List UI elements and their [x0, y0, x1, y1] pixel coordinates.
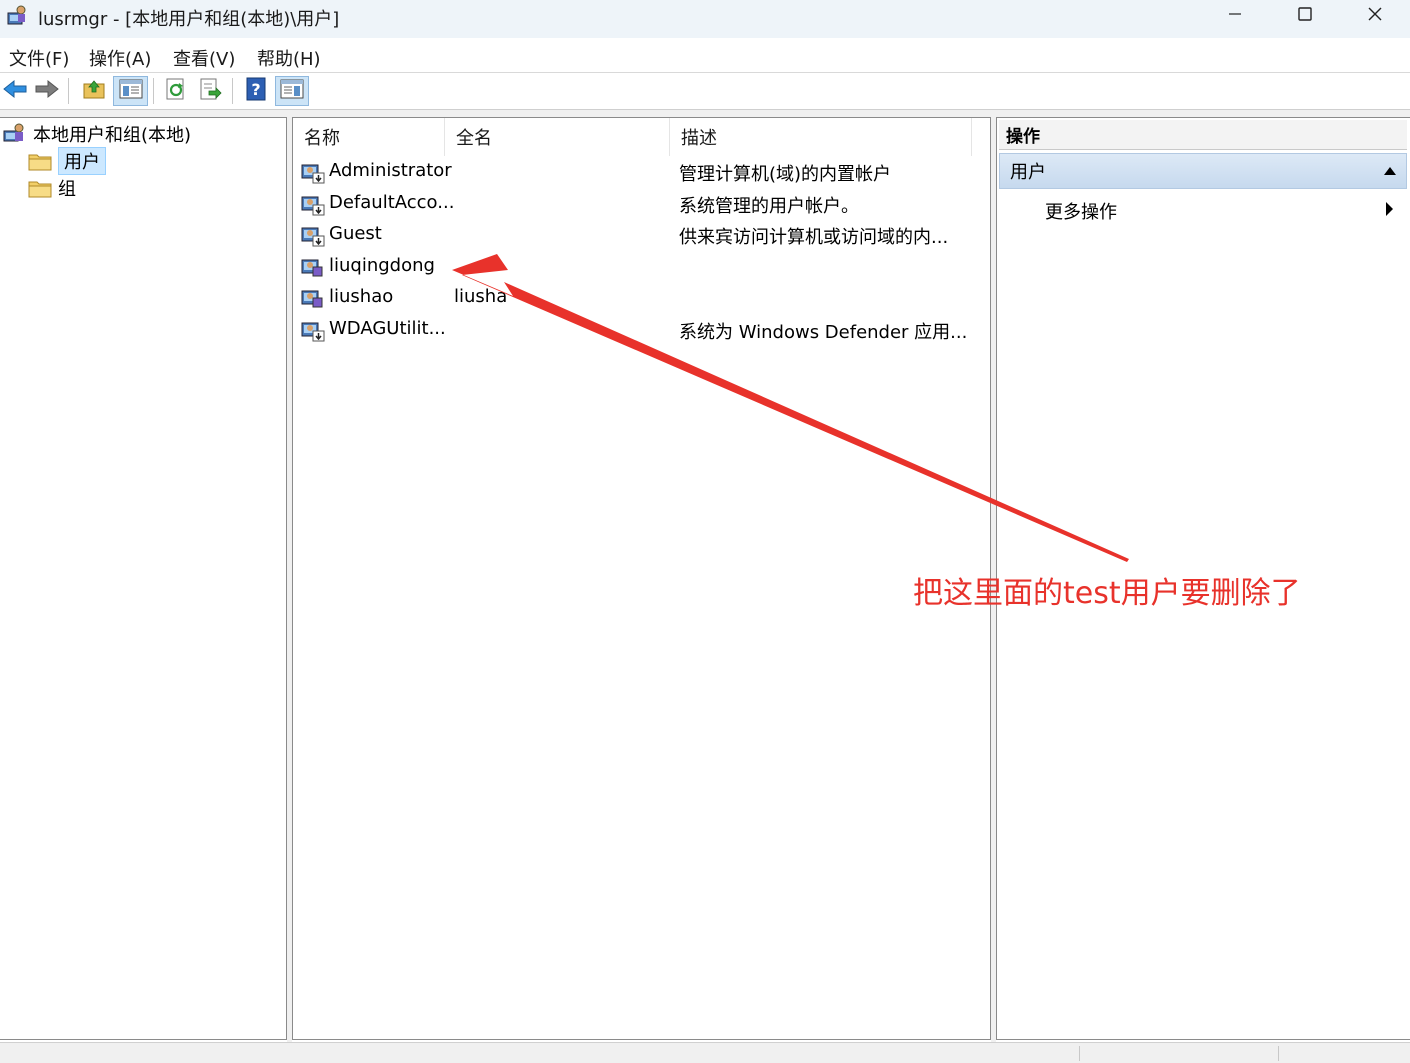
maximize-button[interactable] — [1270, 0, 1340, 32]
tree-item-groups-label: 组 — [58, 179, 76, 200]
user-name: Guest — [329, 223, 382, 244]
submenu-arrow-icon — [1386, 202, 1393, 216]
tree-pane: 本地用户和组(本地) 用户 组 — [0, 117, 287, 1040]
user-fullname: liusha — [454, 286, 508, 307]
user-list-pane: 名称 全名 描述 Administrator 管理计算机(域)的内置帐户 Defau… — [292, 117, 991, 1040]
title-bar: lusrmgr - [本地用户和组(本地)\用户] — [0, 0, 1410, 38]
folder-icon — [28, 150, 52, 172]
users-management-icon — [6, 4, 30, 28]
show-hide-tree-icon — [119, 78, 143, 104]
show-hide-tree-button[interactable] — [113, 76, 148, 106]
close-icon — [1367, 6, 1383, 26]
minimize-button[interactable] — [1200, 0, 1270, 32]
annotation-text: 把这里面的test用户要删除了 — [913, 576, 1301, 611]
column-header-fullname[interactable]: 全名 — [445, 118, 670, 156]
export-list-button[interactable] — [195, 76, 225, 106]
up-level-button[interactable] — [79, 76, 109, 106]
actions-header: 操作 — [999, 120, 1407, 150]
show-hide-action-pane-icon — [280, 78, 304, 104]
user-row[interactable]: Administrator 管理计算机(域)的内置帐户 — [293, 156, 973, 187]
actions-section-label: 用户 — [1010, 162, 1046, 183]
help-button[interactable]: ? — [241, 76, 271, 106]
user-row[interactable]: DefaultAcco... 系统管理的用户帐户。 — [293, 188, 973, 219]
user-name: WDAGUtilit... — [329, 317, 446, 339]
refresh-button[interactable] — [161, 76, 191, 106]
user-description: 供来宾访问计算机或访问域的内... — [679, 227, 949, 248]
menu-action[interactable]: 操作(A) — [89, 45, 151, 71]
user-icon — [301, 192, 325, 216]
user-row[interactable]: Guest 供来宾访问计算机或访问域的内... — [293, 219, 973, 250]
refresh-icon — [164, 78, 188, 104]
user-icon — [301, 255, 325, 279]
folder-icon — [28, 177, 52, 199]
user-icon — [301, 160, 325, 184]
status-bar — [0, 1042, 1410, 1063]
back-arrow-icon — [2, 78, 28, 104]
tree-item-groups[interactable]: 组 — [28, 175, 76, 201]
menu-view[interactable]: 查看(V) — [173, 45, 235, 71]
user-name: liuqingdong — [329, 254, 435, 276]
forward-arrow-icon — [34, 78, 60, 104]
forward-button[interactable] — [32, 76, 62, 106]
computer-users-icon — [3, 123, 27, 145]
tree-root[interactable]: 本地用户和组(本地) — [3, 121, 191, 147]
user-icon — [301, 223, 325, 247]
user-name: Administrator — [329, 160, 452, 181]
menu-file[interactable]: 文件(F) — [9, 45, 69, 71]
actions-section-users[interactable]: 用户 — [999, 153, 1407, 189]
user-description: 系统为 Windows Defender 应用... — [679, 321, 968, 343]
user-row[interactable]: liushao liusha — [293, 282, 973, 313]
tree-item-users[interactable]: 用户 — [28, 147, 106, 175]
user-name: DefaultAcco... — [329, 191, 455, 213]
window-title: lusrmgr - [本地用户和组(本地)\用户] — [38, 9, 340, 30]
more-actions-item[interactable]: 更多操作 — [1045, 198, 1117, 224]
maximize-icon — [1297, 6, 1313, 26]
menu-help[interactable]: 帮助(H) — [257, 45, 321, 71]
svg-text:?: ? — [251, 80, 260, 99]
export-list-icon — [198, 78, 222, 104]
up-folder-icon — [82, 78, 106, 104]
tree-item-users-label: 用户 — [58, 147, 106, 175]
user-name: liushao — [329, 286, 394, 307]
user-description: 系统管理的用户帐户。 — [679, 195, 859, 217]
show-hide-action-pane-button[interactable] — [275, 76, 309, 106]
back-button[interactable] — [0, 76, 30, 106]
user-row[interactable]: WDAGUtilit... 系统为 Windows Defender 应用... — [293, 314, 973, 345]
help-icon: ? — [245, 77, 267, 105]
toolbar: ? — [0, 73, 1410, 110]
user-icon — [301, 318, 325, 342]
column-header-name[interactable]: 名称 — [293, 118, 445, 156]
user-description: 管理计算机(域)的内置帐户 — [679, 164, 892, 185]
tree-root-label: 本地用户和组(本地) — [33, 125, 192, 146]
minimize-icon — [1227, 6, 1243, 26]
user-row[interactable]: liuqingdong — [293, 251, 973, 282]
collapse-arrow-icon[interactable] — [1384, 167, 1396, 175]
close-button[interactable] — [1340, 0, 1410, 32]
user-icon — [301, 286, 325, 310]
column-header-description[interactable]: 描述 — [670, 118, 972, 156]
menu-bar: 文件(F) 操作(A) 查看(V) 帮助(H) — [0, 38, 1410, 73]
